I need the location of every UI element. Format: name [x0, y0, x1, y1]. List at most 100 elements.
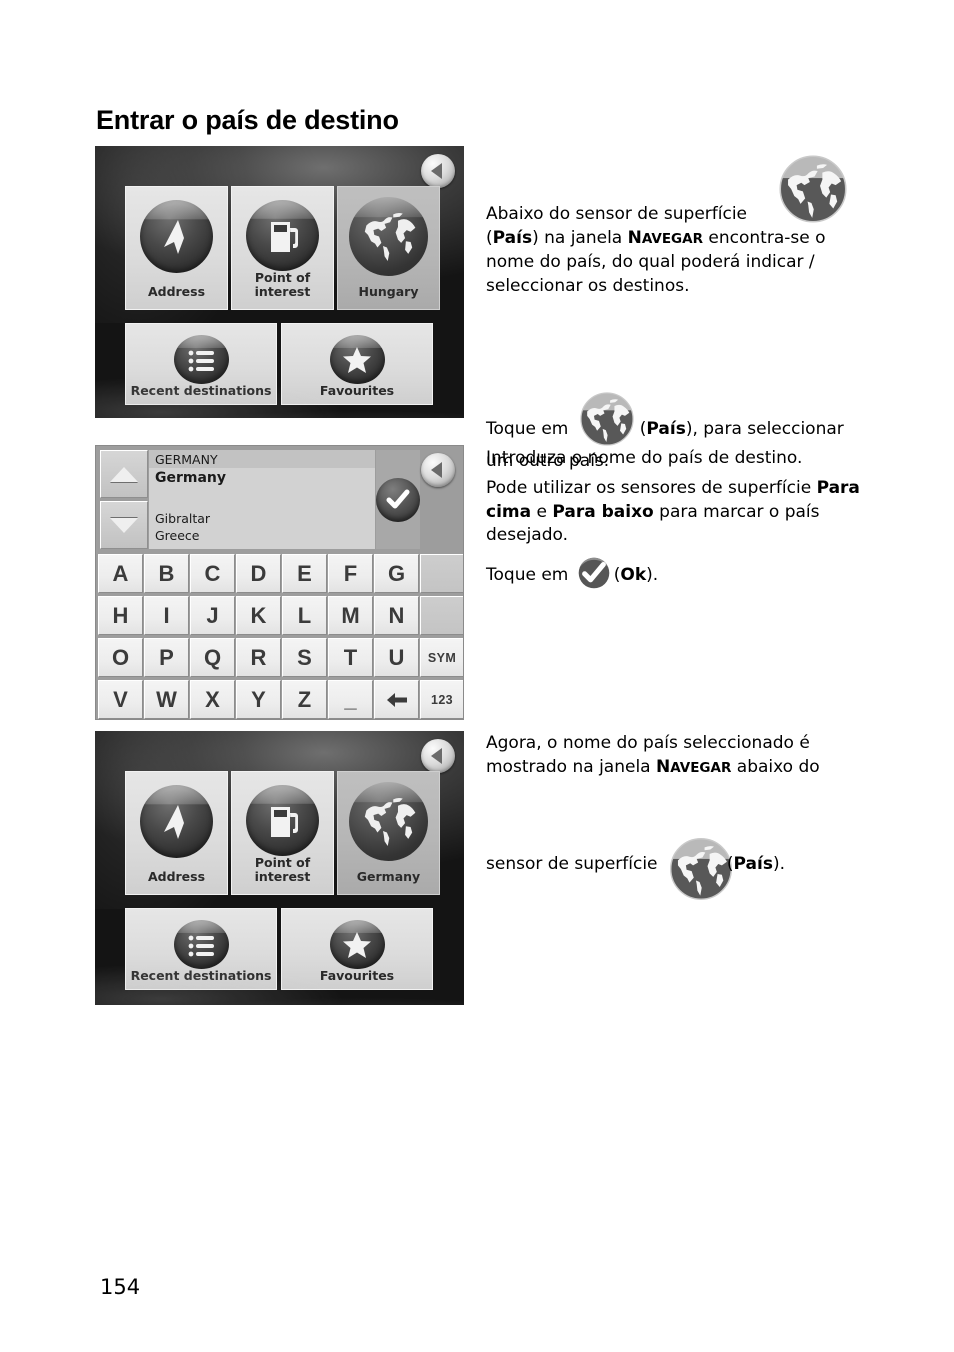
key-j[interactable]: J [190, 596, 235, 635]
key-backspace[interactable] [374, 680, 419, 719]
backspace-arrow-icon [386, 692, 407, 707]
key-g[interactable]: G [374, 554, 419, 593]
page-title: Entrar o país de destino [96, 105, 399, 135]
key-m[interactable]: M [328, 596, 373, 635]
tile-label: Recent destinations [130, 968, 272, 983]
globe-icon [349, 782, 428, 861]
tile-favourites[interactable]: Favourites [281, 908, 433, 990]
p5-text-2: ). [646, 565, 659, 585]
key-q[interactable]: Q [190, 638, 235, 677]
tile-point-of-interest[interactable]: Point of interest [231, 771, 334, 895]
key-k[interactable]: K [236, 596, 281, 635]
tile-label: Point of interest [253, 271, 313, 299]
tile-label: Germany [356, 869, 421, 884]
back-arrow-icon [431, 462, 442, 478]
key-v[interactable]: V [98, 680, 143, 719]
back-arrow-icon [431, 748, 442, 764]
star-icon [329, 335, 385, 384]
back-button[interactable] [421, 739, 455, 773]
key-w[interactable]: W [144, 680, 189, 719]
tile-label: Point of interest [253, 856, 313, 884]
p4-text-mid: e [531, 501, 553, 522]
key-t[interactable]: T [328, 638, 373, 677]
p2-text-1: Toque em [486, 419, 574, 439]
globe-icon [576, 388, 638, 450]
key-i[interactable]: I [144, 596, 189, 635]
ok-button[interactable] [376, 478, 420, 522]
tile-label-line1: Point of [254, 855, 311, 870]
country-list-item[interactable]: Greece [149, 527, 375, 544]
tile-label: Recent destinations [130, 383, 272, 398]
p4-text-1: Pode utilizar os sensores de superfície [486, 478, 817, 498]
tile-country[interactable]: Hungary [337, 186, 440, 310]
smallcaps-navegar: NAVEGAR [627, 227, 703, 248]
flag-marker-icon [140, 200, 213, 273]
key-y[interactable]: Y [236, 680, 281, 719]
tile-address[interactable]: Address [125, 771, 228, 895]
screenshot-navigate-hungary: Address Point of interest Hungary Recent… [95, 146, 464, 418]
p1-text-1: Abaixo do sensor de superfície [486, 204, 748, 224]
key-p[interactable]: P [144, 638, 189, 677]
tile-label-line1: Point of [254, 270, 311, 285]
tile-label: Address [147, 284, 206, 299]
globe-icon [349, 197, 428, 276]
key-b[interactable]: B [144, 554, 189, 593]
tile-country[interactable]: Germany [337, 771, 440, 895]
country-list-item[interactable]: Gibraltar [149, 510, 375, 527]
back-button[interactable] [421, 453, 455, 487]
back-arrow-icon [431, 163, 442, 179]
key-e[interactable]: E [282, 554, 327, 593]
scroll-down-button[interactable] [100, 501, 148, 549]
key-z[interactable]: Z [282, 680, 327, 719]
list-icon [173, 335, 229, 384]
country-list[interactable]: GERMANY Germany Gibraltar Greece [149, 450, 375, 549]
key-123[interactable]: 123 [420, 680, 463, 719]
key-d[interactable]: D [236, 554, 281, 593]
manual-page: Entrar o país de destino Address Point o… [0, 0, 954, 1352]
key-space[interactable]: _ [328, 680, 373, 719]
paragraph-3: Introduza o nome do país de destino. [486, 448, 803, 468]
country-list-item-selected[interactable]: Germany [149, 468, 375, 488]
p1-paren-open: ( [486, 227, 493, 248]
star-icon [329, 920, 385, 969]
checkmark-icon [577, 556, 611, 590]
list-icon [173, 920, 229, 969]
down-arrow-icon [110, 517, 138, 533]
tile-point-of-interest[interactable]: Point of interest [231, 186, 334, 310]
key-o[interactable]: O [98, 638, 143, 677]
key-r[interactable]: R [236, 638, 281, 677]
p5-bold-ok: Ok [620, 565, 647, 585]
key-sym[interactable]: SYM [420, 638, 463, 677]
key-s[interactable]: S [282, 638, 327, 677]
paragraph-6-line3: sensor de superfície (País). [486, 833, 886, 900]
key-c[interactable]: C [190, 554, 235, 593]
tile-address[interactable]: Address [125, 186, 228, 310]
tile-recent-destinations[interactable]: Recent destinations [125, 908, 277, 990]
flag-marker-icon [140, 785, 213, 858]
p1-text-2: ) na janela [532, 227, 628, 248]
key-a[interactable]: A [98, 554, 143, 593]
key-u[interactable]: U [374, 638, 419, 677]
key-n[interactable]: N [374, 596, 419, 635]
p1-bold-pais: País [492, 227, 533, 248]
back-button[interactable] [421, 154, 455, 188]
p4-bold-para-baixo: Para baixo [552, 501, 654, 522]
key-f[interactable]: F [328, 554, 373, 593]
screenshot-navigate-germany: Address Point of interest Germany Recent… [95, 731, 464, 1005]
checkmark-icon [386, 489, 410, 509]
scroll-up-button[interactable] [100, 450, 148, 498]
tile-label: Hungary [358, 284, 419, 299]
tile-recent-destinations[interactable]: Recent destinations [125, 323, 277, 405]
tile-favourites[interactable]: Favourites [281, 323, 433, 405]
p6-text-3: sensor de superfície [486, 854, 663, 874]
key-l[interactable]: L [282, 596, 327, 635]
key-h[interactable]: H [98, 596, 143, 635]
smallcaps-navegar: NAVEGAR [656, 756, 732, 777]
tile-label-line2: interest [254, 284, 311, 299]
tile-label: Favourites [319, 383, 395, 398]
up-arrow-icon [110, 466, 138, 482]
key-x[interactable]: X [190, 680, 235, 719]
globe-icon [774, 150, 852, 228]
tile-label: Address [147, 869, 206, 884]
globe-icon [665, 833, 732, 900]
